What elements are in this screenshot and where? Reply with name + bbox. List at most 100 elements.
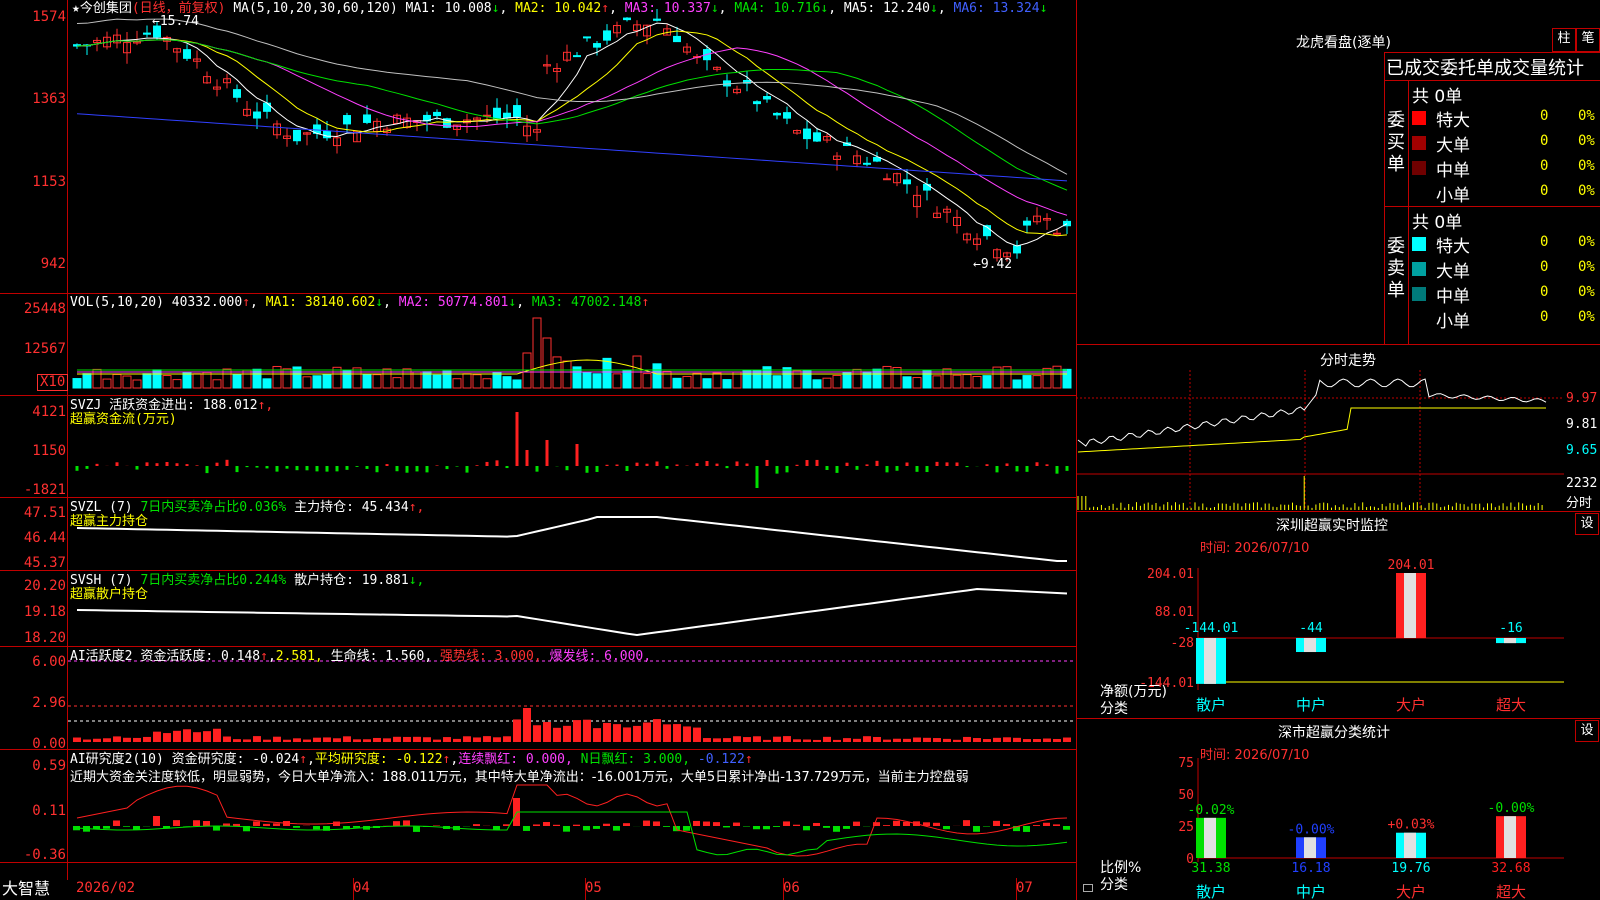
bar-view-button[interactable]: 柱 <box>1552 28 1576 52</box>
activity-bar <box>1013 737 1021 742</box>
volume-bar <box>462 373 472 389</box>
activity-bar <box>803 739 811 742</box>
classify-value-3: 32.68 <box>1491 861 1530 876</box>
svzl-value: 45.434 <box>361 500 409 515</box>
activity-bar <box>903 738 911 742</box>
volume-bar <box>692 372 702 389</box>
candle-body <box>573 55 581 58</box>
svzl-title: SVZL (7) <box>70 500 133 515</box>
classify-ytick-0: 75 <box>1178 756 1194 771</box>
sell-row-count-2: 0 <box>1540 284 1549 300</box>
candle-body <box>603 30 611 41</box>
fund-flow-bar <box>285 466 289 469</box>
ai-active-value: 0.148 <box>220 649 261 664</box>
fund-flow-bar <box>445 466 449 470</box>
ma4-value: 10.716 <box>773 1 821 16</box>
ai-research-last-value: -0.122 <box>697 752 745 767</box>
volume-bar <box>342 369 352 389</box>
activity-bar <box>523 708 531 742</box>
research-bar <box>643 820 650 826</box>
research-bar <box>893 820 900 826</box>
activity-bar <box>123 737 131 742</box>
activity-bar <box>673 724 681 742</box>
fund-flow-bar <box>885 466 889 473</box>
fund-flow-bar <box>95 463 99 466</box>
candle-body <box>583 36 591 39</box>
volume-bar <box>972 376 982 389</box>
activity-bar <box>663 724 671 742</box>
volume-bar <box>512 379 522 389</box>
fund-flow-bar <box>775 466 779 474</box>
sell-row-pct-2: 0% <box>1578 284 1595 300</box>
activity-bar <box>893 738 901 742</box>
volume-bar <box>772 375 782 389</box>
tick-view-button[interactable]: 笔 <box>1576 28 1600 52</box>
favorite-star-icon[interactable]: ★ <box>72 1 80 16</box>
monitor-settings-button[interactable]: 设 <box>1575 513 1599 535</box>
svzl-ytick-0: 47.51 <box>23 505 66 521</box>
ma-line-3 <box>76 39 1068 216</box>
volume-bar <box>752 369 762 389</box>
activity-bar <box>463 736 471 742</box>
lock-icon[interactable] <box>1083 884 1093 892</box>
svzj-label: 活跃资金进出: <box>109 398 195 413</box>
volume-bar <box>262 378 272 389</box>
activity-bar <box>413 736 421 742</box>
classify-settings-button[interactable]: 设 <box>1575 720 1599 742</box>
ma1-arrow: ↓ <box>491 1 500 16</box>
volume-bar <box>792 370 802 389</box>
fund-flow-bar <box>615 464 619 466</box>
research-bar <box>753 826 760 830</box>
activity-bar <box>153 731 161 742</box>
volume-bar <box>322 374 332 389</box>
life-line-label: 生命线: <box>330 649 378 664</box>
activity-bar <box>643 722 651 742</box>
activity-bar <box>693 727 701 742</box>
activity-bar <box>113 736 121 742</box>
volume-bar <box>1032 375 1042 389</box>
research-line-green <box>76 811 1068 856</box>
activity-bar <box>483 736 491 742</box>
activity-bar <box>753 736 761 742</box>
candle-body <box>753 101 761 105</box>
svsh-subtitle: 超赢散户持仓 <box>70 587 149 602</box>
vol-title: VOL(5,10,20) <box>70 295 164 310</box>
fund-flow-bar <box>815 459 819 466</box>
fund-flow-bar <box>475 465 479 466</box>
activity-bar <box>1023 739 1031 742</box>
volume-bar <box>842 372 852 389</box>
research-bar <box>293 826 300 828</box>
fund-flow-bar <box>225 459 229 466</box>
research-bar <box>963 820 970 826</box>
research-bar <box>903 821 910 826</box>
fund-flow-bar <box>315 466 319 472</box>
fund-flow-bar <box>865 464 869 466</box>
ma-params: MA(5,10,20,30,60,120) <box>233 1 398 16</box>
research-bar <box>683 826 690 831</box>
monitor-bar-label-2: 204.01 <box>1388 558 1435 573</box>
app-logo[interactable]: 大智慧 <box>2 881 50 897</box>
high-price-label: ←15.74 <box>152 14 199 29</box>
activity-bar <box>273 736 281 742</box>
research-bar <box>723 826 730 828</box>
buy-row-pct-1: 0% <box>1578 133 1595 149</box>
sell-swatch-2 <box>1412 287 1426 301</box>
vol-unit-badge[interactable]: X10 <box>37 374 69 391</box>
candle-body <box>813 132 821 142</box>
monitor-category-3: 超大 <box>1496 696 1526 714</box>
research-bar <box>843 826 850 829</box>
activity-bar <box>833 739 841 742</box>
research-bar <box>1063 826 1070 830</box>
fund-flow-bar <box>695 463 699 466</box>
activity-bar <box>553 727 561 742</box>
research-bar <box>573 824 580 826</box>
research-bar <box>253 821 260 826</box>
xaxis-label-1: 04 <box>353 880 370 896</box>
fund-flow-bar <box>535 466 539 472</box>
monitor-xlabel: 分类 <box>1100 701 1128 717</box>
activity-bar <box>233 739 241 742</box>
buy-row-count-3: 0 <box>1540 183 1549 199</box>
svsh-value: 19.881 <box>361 573 409 588</box>
activity-bar <box>453 738 461 742</box>
kline-ytick-3: 942 <box>40 256 66 272</box>
